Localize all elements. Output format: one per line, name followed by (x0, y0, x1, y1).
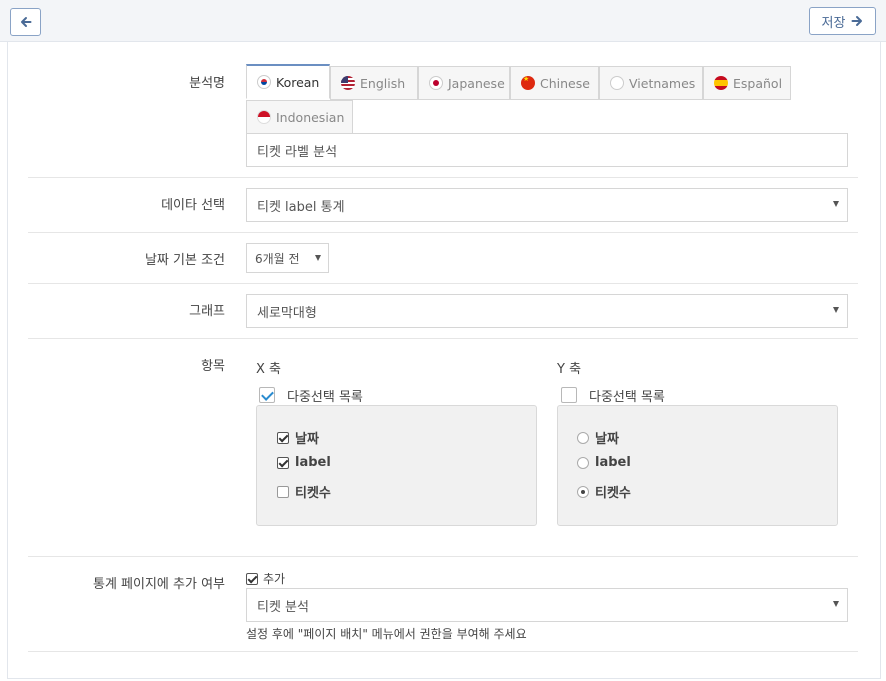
y-option-ticket-count[interactable]: 티켓수 (577, 482, 631, 501)
y-option-label[interactable]: label (577, 455, 631, 470)
date-condition-label: 날짜 기본 조건 (144, 253, 225, 268)
tab-label: Japanese (448, 75, 505, 91)
option-label: 날짜 (295, 432, 319, 447)
option-label: label (295, 455, 331, 470)
caret-down-icon (315, 255, 321, 261)
option-label: label (595, 455, 631, 470)
tab-indonesian[interactable]: Indonesian (246, 100, 353, 134)
save-label: 저장 (821, 15, 846, 31)
tab-vietnamese[interactable]: Vietnames (599, 66, 703, 100)
arrow-left-icon (20, 17, 31, 27)
checkbox[interactable] (246, 572, 258, 585)
add-to-stats-checkbox[interactable]: 추가 (246, 570, 285, 587)
divider (28, 177, 858, 178)
tab-japanese[interactable]: Japanese (418, 66, 510, 100)
data-select-value: 티켓 label 통계 (257, 199, 345, 215)
date-condition-value: 6개월 전 (255, 251, 300, 266)
x-option-ticket-count[interactable]: 티켓수 (277, 482, 331, 501)
stats-page-dropdown[interactable]: 티켓 분석 (246, 588, 848, 622)
x-axis-options-box: 날짜 label 티켓수 (256, 405, 537, 526)
tab-english[interactable]: English (330, 66, 418, 100)
divider (28, 232, 858, 233)
spain-flag-icon (714, 76, 728, 90)
y-axis-title: Y 축 (557, 362, 582, 377)
back-button[interactable] (10, 8, 41, 36)
tab-label: Korean (276, 74, 320, 90)
option-label: 날짜 (595, 432, 619, 447)
y-multi-select-checkbox[interactable] (561, 387, 577, 403)
tab-label: English (360, 75, 406, 91)
stats-page-value: 티켓 분석 (257, 599, 309, 615)
indonesia-flag-icon (257, 110, 271, 124)
tab-spanish[interactable]: Español (703, 66, 791, 100)
y-option-date[interactable]: 날짜 (577, 428, 619, 447)
japan-flag-icon (429, 76, 443, 90)
x-option-label[interactable]: label (277, 455, 331, 470)
stats-page-hint: 설정 후에 "페이지 배치" 메뉴에서 권한을 부여해 주세요 (246, 627, 527, 641)
arrow-right-icon (851, 16, 863, 26)
top-toolbar: 저장 (0, 0, 886, 42)
data-select-dropdown[interactable]: 티켓 label 통계 (246, 188, 848, 222)
usa-flag-icon (341, 76, 355, 90)
divider (28, 283, 858, 284)
tab-label: Vietnames (629, 75, 696, 91)
divider (28, 556, 858, 557)
x-multi-select-checkbox[interactable] (259, 387, 275, 403)
checkbox[interactable] (277, 456, 289, 469)
save-button[interactable]: 저장 (809, 7, 876, 35)
add-label: 추가 (263, 572, 286, 586)
x-multi-select-label: 다중선택 목록 (287, 390, 363, 405)
items-label: 항목 (201, 359, 225, 374)
tab-label: Español (733, 75, 783, 91)
graph-label: 그래프 (189, 304, 225, 319)
graph-type-dropdown[interactable]: 세로막대형 (246, 294, 848, 328)
divider (28, 651, 858, 652)
y-axis-options-box: 날짜 label 티켓수 (557, 405, 838, 526)
analysis-name-label: 분석명 (189, 76, 225, 91)
data-select-label: 데이타 선택 (161, 198, 225, 213)
tab-chinese[interactable]: Chinese (510, 66, 599, 100)
analysis-name-input[interactable]: 티켓 라벨 분석 (246, 133, 848, 167)
vietnam-flag-icon (610, 76, 624, 90)
checkbox[interactable] (277, 485, 289, 498)
y-multi-select-label: 다중선택 목록 (589, 390, 665, 405)
divider (28, 338, 858, 339)
radio-button[interactable] (577, 431, 589, 444)
x-axis-title: X 축 (256, 362, 281, 377)
caret-down-icon (833, 307, 839, 313)
checkbox[interactable] (277, 431, 289, 444)
korea-flag-icon (257, 75, 271, 89)
option-label: 티켓수 (295, 486, 331, 501)
caret-down-icon (833, 201, 839, 207)
tab-korean[interactable]: Korean (246, 64, 330, 99)
graph-type-value: 세로막대형 (257, 305, 317, 321)
radio-button[interactable] (577, 456, 589, 469)
tab-label: Chinese (540, 75, 590, 91)
stats-page-label: 통계 페이지에 추가 여부 (93, 577, 225, 592)
radio-button[interactable] (577, 485, 589, 498)
tab-label: Indonesian (276, 109, 345, 125)
date-condition-dropdown[interactable]: 6개월 전 (246, 243, 329, 273)
china-flag-icon (521, 76, 535, 90)
caret-down-icon (833, 601, 839, 607)
x-option-date[interactable]: 날짜 (277, 428, 319, 447)
option-label: 티켓수 (595, 486, 631, 501)
